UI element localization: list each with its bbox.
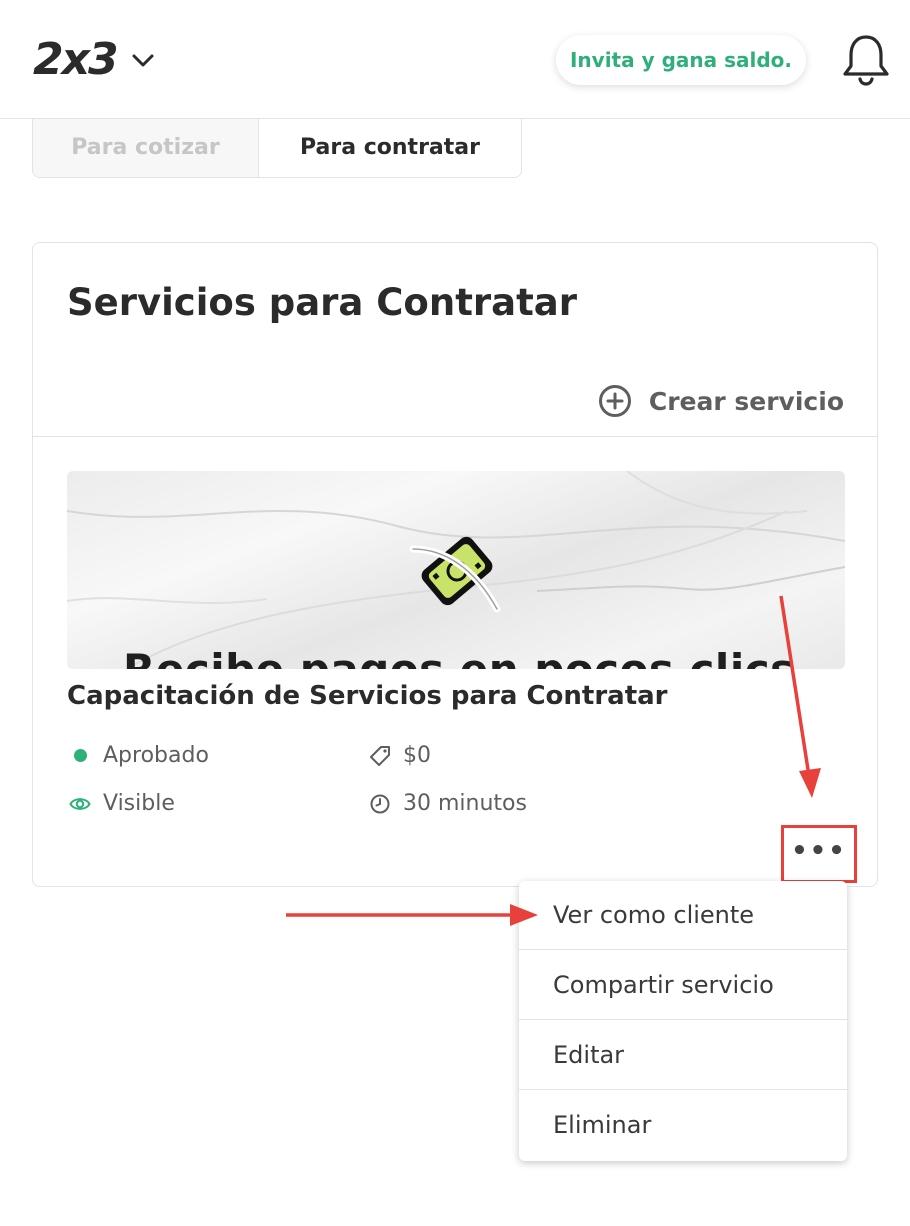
menu-item-eliminar[interactable]: Eliminar [519, 1090, 847, 1160]
create-service-label: Crear servicio [648, 386, 844, 416]
status-text: Aprobado [103, 743, 209, 768]
menu-item-compartir-servicio[interactable]: Compartir servicio [519, 950, 847, 1020]
create-service-button[interactable]: Crear servicio [598, 383, 844, 419]
chevron-down-icon[interactable] [130, 50, 156, 70]
top-header: 2x3 Invita y gana saldo. [0, 0, 910, 119]
app-logo[interactable]: 2x3 [33, 36, 119, 84]
arrow-to-ver-como-cliente [286, 904, 538, 926]
service-type-tabs: Para cotizar Para contratar [32, 119, 522, 178]
menu-item-ver-como-cliente[interactable]: Ver como cliente [519, 881, 847, 950]
visibility-text: Visible [103, 791, 175, 816]
service-title[interactable]: Capacitación de Servicios para Contratar [67, 681, 668, 711]
more-options-button[interactable]: ••• [781, 825, 857, 883]
card-title: Servicios para Contratar [67, 281, 577, 324]
tab-para-contratar[interactable]: Para contratar [259, 119, 521, 177]
more-icon: ••• [791, 836, 847, 866]
duration-row: 30 minutos [369, 791, 527, 816]
thumbnail-caption: Recibe pagos en pocos clics [123, 645, 796, 669]
status-dot-icon [69, 745, 91, 767]
service-options-menu: Ver como cliente Compartir servicio Edit… [519, 881, 847, 1161]
clock-icon [370, 794, 390, 813]
duration-text: 30 minutos [403, 791, 527, 816]
status-row: Aprobado [69, 743, 209, 768]
visibility-row: Visible [69, 791, 175, 816]
tab-para-cotizar[interactable]: Para cotizar [33, 119, 259, 177]
money-transfer-icon [409, 536, 501, 613]
price-tag-icon [370, 745, 390, 766]
notification-bell-icon[interactable] [840, 33, 892, 87]
card-divider [33, 436, 877, 437]
plus-circle-icon [598, 385, 631, 417]
invite-button[interactable]: Invita y gana saldo. [556, 35, 806, 85]
services-card: Servicios para Contratar Crear servicio [32, 242, 878, 887]
menu-item-editar[interactable]: Editar [519, 1020, 847, 1090]
price-text: $0 [403, 743, 431, 768]
price-row: $0 [369, 743, 431, 768]
service-thumbnail[interactable]: Recibe pagos en pocos clics [67, 471, 845, 669]
eye-icon [69, 797, 91, 810]
